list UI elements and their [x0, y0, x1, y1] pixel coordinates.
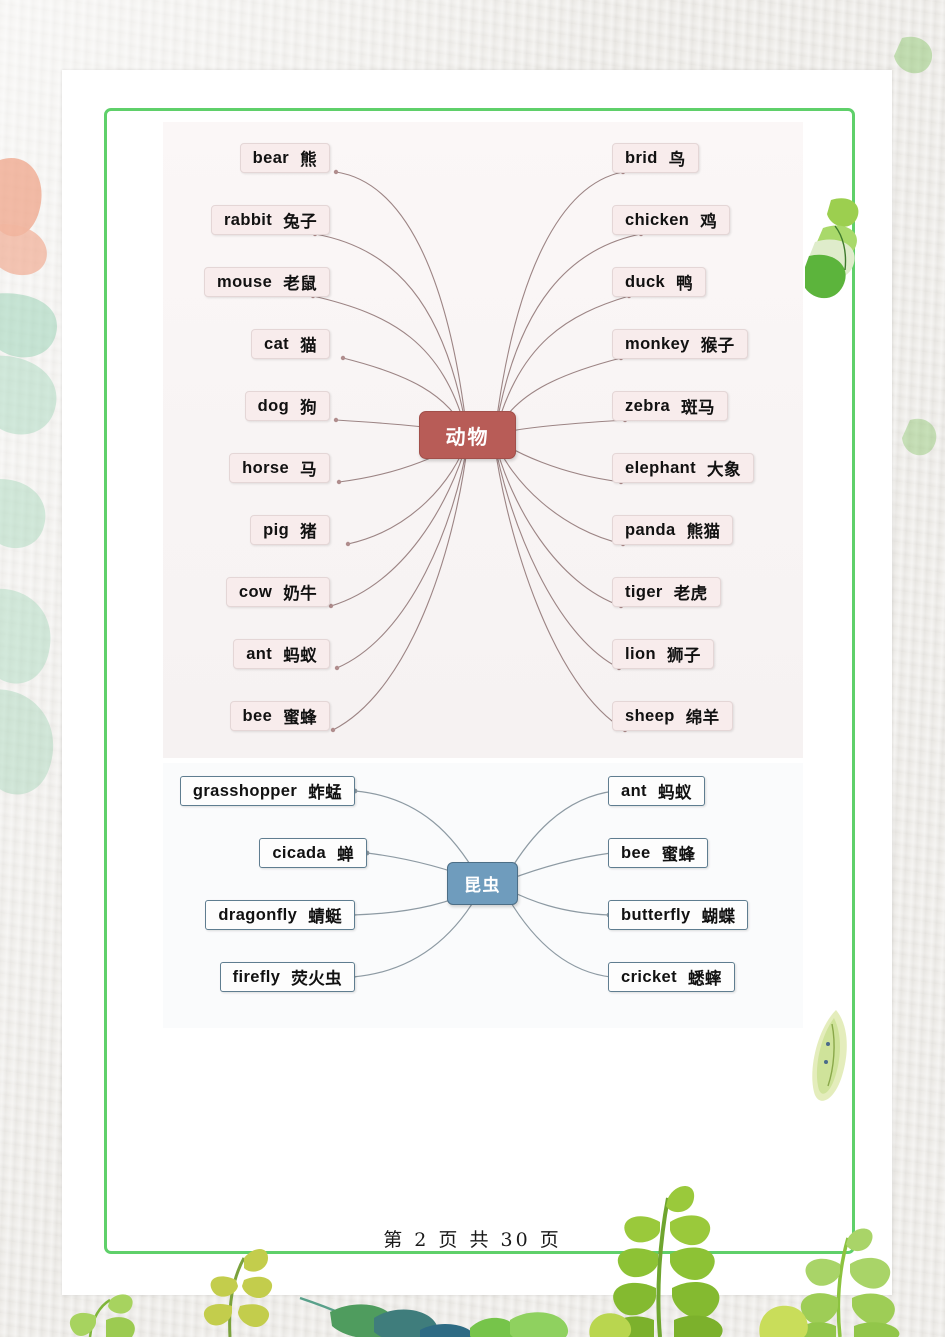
node-english-label: butterfly: [621, 905, 691, 924]
animal-left-node-8[interactable]: ant 蚂蚁: [233, 639, 330, 669]
insect-center-label: 昆虫: [464, 876, 501, 895]
node-chinese-label: 鸡: [700, 213, 718, 231]
animal-center-label: 动物: [445, 426, 490, 449]
node-chinese-label: 大象: [707, 461, 741, 479]
node-english-label: mouse: [217, 272, 273, 291]
node-chinese-label: 荧火虫: [291, 970, 342, 988]
insect-right-node-2[interactable]: butterfly 蝴蝶: [608, 900, 749, 930]
animal-right-node-2[interactable]: duck 鸭: [612, 267, 707, 297]
node-english-label: cat: [264, 334, 290, 353]
node-english-label: dog: [257, 396, 290, 415]
page-footer-text: 第 2 页 共 30 页: [383, 1229, 562, 1251]
node-english-label: zebra: [625, 396, 671, 415]
animal-right-node-4[interactable]: zebra 斑马: [612, 391, 728, 421]
node-chinese-label: 蜜蜂: [661, 846, 696, 864]
animal-left-node-3[interactable]: cat 猫: [251, 329, 330, 359]
node-english-label: panda: [625, 520, 676, 539]
animal-right-node-5[interactable]: elephant 大象: [612, 453, 754, 483]
insect-left-node-1[interactable]: cicada 蝉: [259, 838, 367, 868]
node-chinese-label: 马: [300, 461, 317, 479]
node-english-label: bear: [252, 148, 290, 167]
node-english-label: cicada: [272, 843, 327, 862]
node-chinese-label: 猫: [300, 337, 317, 355]
node-english-label: grasshopper: [192, 781, 298, 800]
animal-left-node-7[interactable]: cow 奶牛: [225, 577, 330, 607]
insect-right-node-1[interactable]: bee 蜜蜂: [608, 838, 709, 868]
animal-left-node-9[interactable]: bee 蜜蜂: [229, 701, 330, 731]
node-chinese-label: 蝴蝶: [701, 908, 736, 926]
node-chinese-label: 老虎: [673, 585, 708, 603]
node-english-label: lion: [625, 644, 656, 663]
node-english-label: elephant: [625, 458, 697, 477]
animal-right-node-0[interactable]: brid 鸟: [612, 143, 699, 173]
node-chinese-label: 蟋蟀: [688, 970, 722, 988]
node-chinese-label: 蜜蜂: [283, 709, 317, 727]
node-english-label: firefly: [232, 967, 281, 986]
node-chinese-label: 蚂蚁: [283, 647, 317, 665]
node-english-label: cow: [238, 582, 273, 601]
insect-center-node[interactable]: 昆虫: [447, 862, 518, 905]
insect-left-node-2[interactable]: dragonfly 蜻蜓: [205, 900, 355, 930]
animal-left-node-1[interactable]: rabbit 兔子: [210, 205, 330, 235]
insect-right-node-0[interactable]: ant 蚂蚁: [608, 776, 705, 806]
node-english-label: horse: [242, 458, 290, 477]
background-leaf-art-lower-left: [0, 479, 54, 795]
node-chinese-label: 奶牛: [283, 585, 317, 603]
node-chinese-label: 蚱蜢: [308, 784, 342, 802]
insect-right-node-3[interactable]: cricket 蟋蟀: [608, 962, 735, 992]
animal-left-node-5[interactable]: horse 马: [229, 453, 330, 483]
node-english-label: ant: [246, 644, 273, 663]
node-chinese-label: 猪: [300, 523, 317, 541]
insect-left-node-3[interactable]: firefly 荧火虫: [219, 962, 355, 992]
node-chinese-label: 蚂蚁: [657, 784, 692, 802]
animal-right-node-9[interactable]: sheep 绵羊: [612, 701, 733, 731]
animal-right-node-3[interactable]: monkey 猴子: [612, 329, 748, 359]
node-chinese-label: 猴子: [700, 337, 735, 355]
node-chinese-label: 鸭: [676, 275, 694, 293]
animal-left-node-2[interactable]: mouse 老鼠: [204, 267, 330, 297]
animal-right-node-7[interactable]: tiger 老虎: [612, 577, 721, 607]
node-english-label: bee: [242, 706, 273, 725]
node-chinese-label: 熊: [300, 151, 317, 169]
node-chinese-label: 老鼠: [283, 275, 317, 293]
node-chinese-label: 兔子: [283, 213, 317, 231]
node-english-label: dragonfly: [218, 905, 298, 924]
animal-left-node-6[interactable]: pig 猪: [250, 515, 330, 545]
node-english-label: pig: [263, 520, 290, 539]
node-chinese-label: 蜻蜓: [308, 908, 342, 926]
node-english-label: rabbit: [223, 210, 273, 229]
animal-right-node-1[interactable]: chicken 鸡: [612, 205, 731, 235]
node-chinese-label: 狗: [300, 399, 317, 417]
node-english-label: brid: [625, 148, 658, 167]
node-chinese-label: 斑马: [681, 399, 715, 417]
node-chinese-label: 狮子: [666, 647, 701, 665]
insect-left-node-0[interactable]: grasshopper 蚱蜢: [179, 776, 355, 806]
node-chinese-label: 绵羊: [685, 709, 720, 727]
node-english-label: sheep: [625, 706, 675, 725]
node-english-label: cricket: [621, 967, 678, 986]
node-chinese-label: 蝉: [337, 846, 354, 864]
animal-center-node[interactable]: 动物: [419, 411, 516, 459]
page-footer: 第 2 页 共 30 页: [0, 1225, 945, 1252]
animal-right-node-6[interactable]: panda 熊猫: [612, 515, 734, 545]
node-english-label: chicken: [625, 210, 690, 229]
animal-left-node-0[interactable]: bear 熊: [239, 143, 330, 173]
animal-right-node-8[interactable]: lion 狮子: [612, 639, 714, 669]
node-english-label: monkey: [625, 334, 690, 353]
animal-left-node-4[interactable]: dog 狗: [244, 391, 330, 421]
node-english-label: bee: [621, 843, 651, 862]
node-chinese-label: 熊猫: [686, 523, 721, 541]
node-english-label: tiger: [625, 582, 663, 601]
node-chinese-label: 鸟: [668, 151, 686, 169]
node-english-label: duck: [625, 272, 666, 291]
node-english-label: ant: [621, 781, 647, 800]
